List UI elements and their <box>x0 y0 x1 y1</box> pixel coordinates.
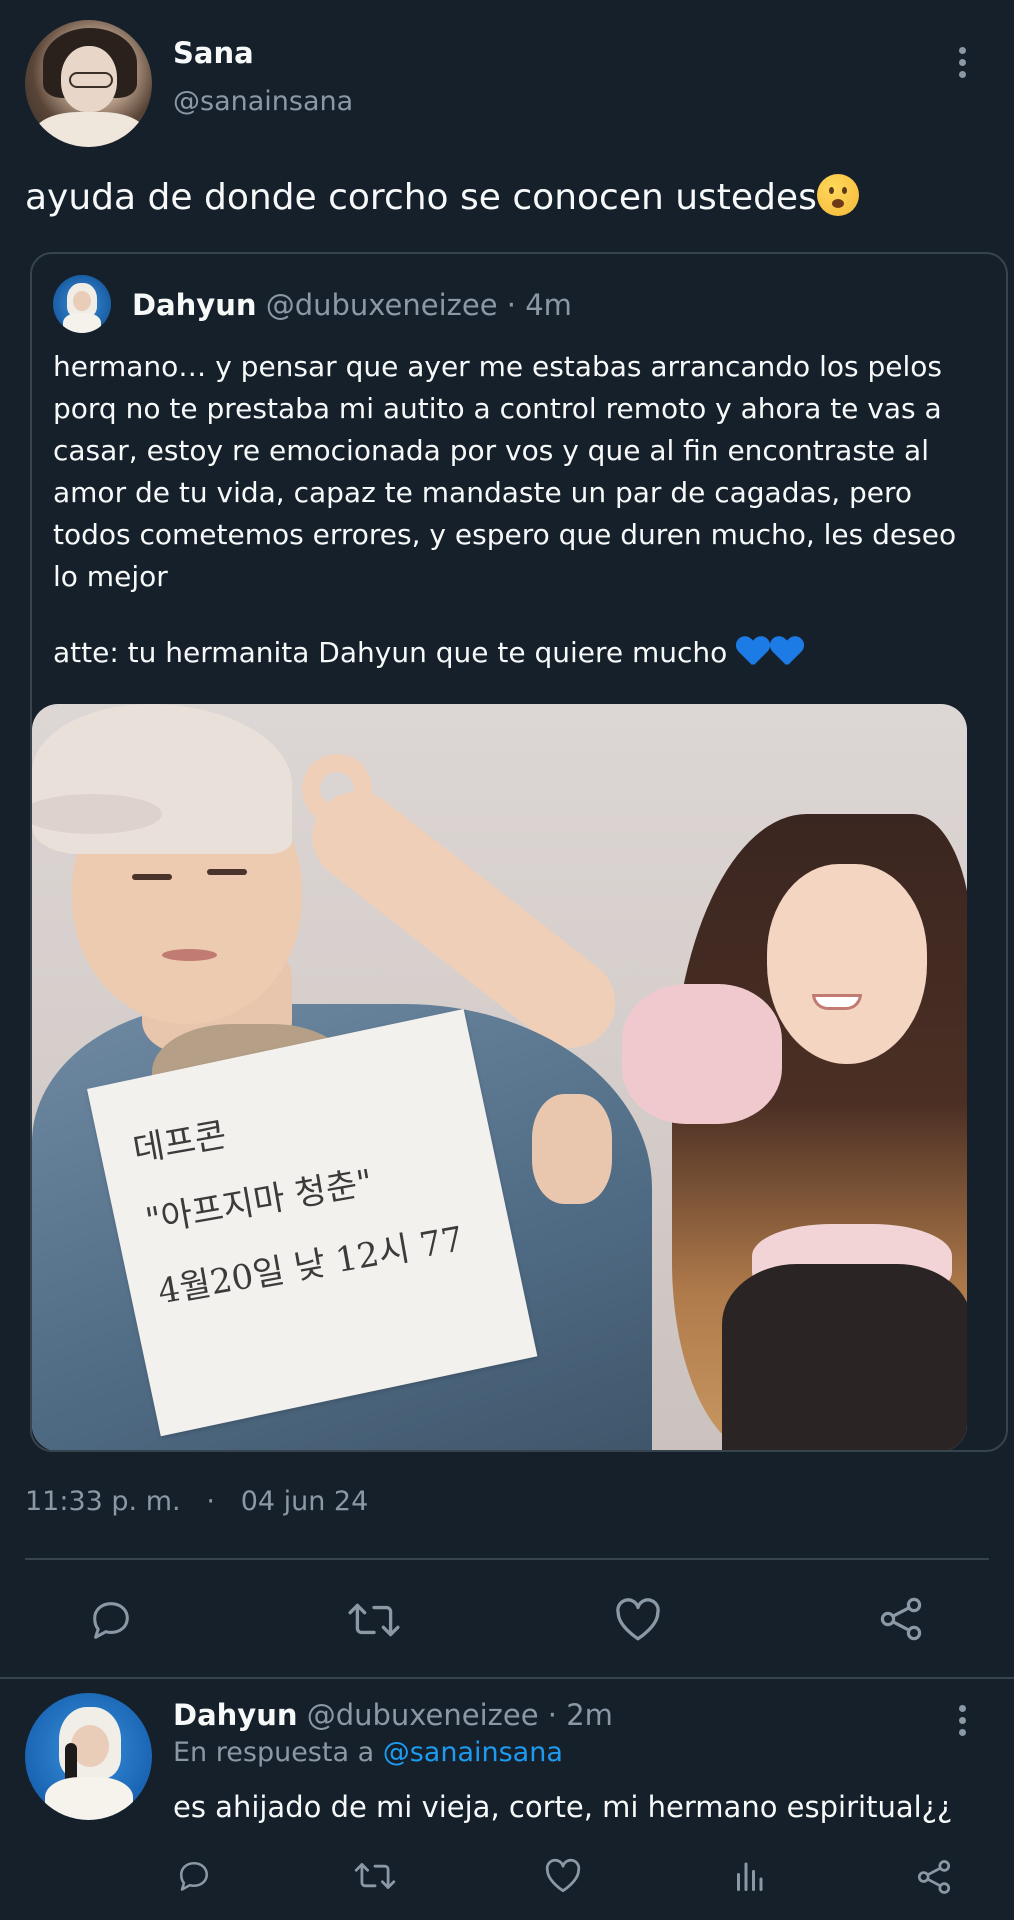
quoted-tweet-header: Dahyun @dubuxeneizee · 4m <box>132 288 572 322</box>
photo-woman-top <box>722 1264 967 1450</box>
photo-man-mouth <box>162 949 217 961</box>
reply-to-prefix: En respuesta a <box>173 1737 375 1768</box>
tweet-detail-page: Sana @sanainsana ayuda de donde corcho s… <box>0 0 1014 1920</box>
blue-heart-icon <box>736 637 770 667</box>
photo-man-eye <box>132 874 172 880</box>
photo-man-hand <box>532 1094 612 1204</box>
reply-icon[interactable] <box>175 1858 213 1894</box>
reply-to-link[interactable]: @sanainsana <box>383 1737 563 1768</box>
photo-sign-text: 데프콘 "아프지마 청춘" 4월20일 낮 12시 77 <box>127 1056 499 1328</box>
reply-text: es ahijado de mi vieja, corte, mi herman… <box>173 1790 953 1824</box>
share-icon[interactable] <box>877 1595 925 1643</box>
reply-icon[interactable] <box>87 1597 135 1643</box>
reply-age: · 2m <box>547 1698 613 1732</box>
retweet-icon[interactable] <box>353 1858 397 1894</box>
quoted-author-name: Dahyun <box>132 288 257 322</box>
reply-header: Dahyun @dubuxeneizee · 2m <box>173 1698 613 1732</box>
retweet-icon[interactable] <box>347 1597 401 1643</box>
quoted-tweet-photo[interactable]: 데프콘 "아프지마 청춘" 4월20일 낮 12시 77 <box>32 704 967 1450</box>
reply-author-handle[interactable]: @dubuxeneizee <box>307 1698 539 1732</box>
sana-avatar[interactable] <box>25 20 152 147</box>
author-handle[interactable]: @sanainsana <box>173 86 353 117</box>
avatar-glasses <box>69 72 113 88</box>
quoted-tweet-signature: atte: tu hermanita Dahyun que te quiere … <box>53 632 983 674</box>
quoted-tweet-text: hermano… y pensar que ayer me estabas ar… <box>53 350 957 593</box>
photo-man-eye <box>207 869 247 875</box>
tweet-time: 11:33 p. m. <box>25 1486 181 1517</box>
tweet-text-content: ayuda de donde corcho se conocen ustedes <box>25 177 817 218</box>
photo-woman-sleeve <box>622 984 782 1124</box>
divider <box>0 1677 1014 1679</box>
worried-face-emoji-icon <box>816 174 859 216</box>
heart-icon[interactable] <box>543 1858 583 1894</box>
author-name[interactable]: Sana <box>173 36 254 70</box>
avatar-coat <box>35 112 145 147</box>
photo-woman-face <box>767 864 927 1064</box>
tweet-text: ayuda de donde corcho se conocen ustedes <box>25 172 985 224</box>
photo-ok-hand <box>302 754 372 824</box>
more-icon[interactable] <box>947 42 977 82</box>
signature-text: atte: tu hermanita Dahyun que te quiere … <box>53 636 728 669</box>
reply-author-name[interactable]: Dahyun <box>173 1698 297 1732</box>
dahyun-avatar-small <box>53 275 111 333</box>
share-icon[interactable] <box>915 1858 953 1896</box>
divider <box>25 1558 989 1560</box>
reply-to-line: En respuesta a @sanainsana <box>173 1737 563 1768</box>
dahyun-avatar[interactable] <box>25 1693 152 1820</box>
more-icon[interactable] <box>947 1700 977 1740</box>
tweet-date: 04 jun 24 <box>240 1486 369 1517</box>
quoted-tweet-card[interactable]: Dahyun @dubuxeneizee · 4m hermano… y pen… <box>30 252 1008 1452</box>
views-icon[interactable] <box>731 1858 767 1894</box>
quoted-tweet-age: · 4m <box>506 288 572 322</box>
quoted-author-handle: @dubuxeneizee <box>265 288 498 322</box>
tweet-timestamp: 11:33 p. m. · 04 jun 24 <box>25 1486 368 1517</box>
timestamp-separator: · <box>206 1486 215 1517</box>
blue-heart-icon <box>770 637 804 667</box>
heart-icon[interactable] <box>613 1597 663 1643</box>
